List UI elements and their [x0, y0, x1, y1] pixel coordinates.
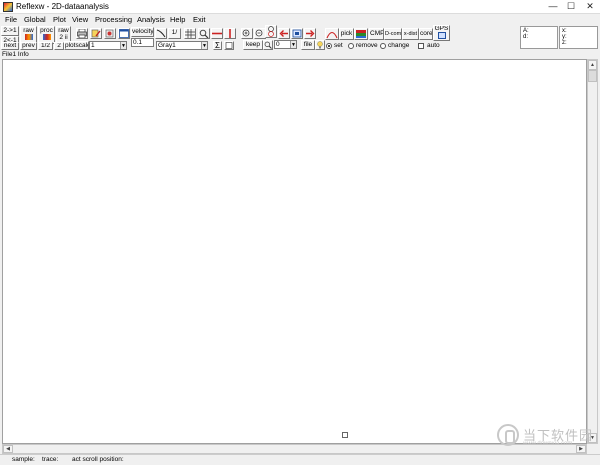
counter-select[interactable]: 0 ▼ [274, 40, 297, 49]
export-icon[interactable] [104, 28, 116, 39]
bulb-icon[interactable] [315, 40, 325, 50]
menu-analysis[interactable]: Analysis [137, 15, 165, 24]
menu-view[interactable]: View [72, 15, 88, 24]
two-button[interactable]: 2 [54, 42, 64, 50]
proc-color-icon [42, 34, 51, 40]
trace-status: trace: [42, 456, 59, 463]
chevron-down-icon[interactable]: ▼ [201, 42, 207, 49]
pick-curve-icon[interactable] [325, 28, 339, 40]
search-icon[interactable] [198, 28, 210, 39]
menu-processing[interactable]: Processing [95, 15, 132, 24]
scroll-thumb[interactable] [588, 70, 597, 82]
scroll-position-status: act scroll position: [72, 456, 124, 463]
dcomp-button[interactable]: D-comp [384, 28, 402, 40]
proc-label: proc [40, 27, 53, 34]
cmp-button[interactable]: CMP [369, 28, 384, 40]
title-bar: Reflexw - 2D-dataanalysis — ☐ ✕ [0, 0, 600, 14]
menu-plot[interactable]: Plot [53, 15, 66, 24]
gps-label: GPS [434, 25, 449, 32]
scroll-up-icon[interactable]: ▲ [588, 60, 597, 70]
status-bar: sample: trace: act scroll position: [0, 454, 600, 465]
fit-icon[interactable] [291, 28, 303, 39]
layers-icon[interactable] [354, 28, 368, 40]
menu-exit[interactable]: Exit [193, 15, 206, 24]
sample-status: sample: [12, 456, 35, 463]
arrow-left-icon[interactable] [278, 28, 290, 39]
marker-icon[interactable] [224, 28, 236, 39]
change-radio[interactable] [380, 43, 386, 49]
vertical-scrollbar[interactable]: ▲ ▼ [587, 59, 598, 444]
set-radio[interactable] [326, 43, 332, 49]
file-button[interactable]: file [301, 40, 315, 50]
chevron-down-icon[interactable]: ▼ [290, 41, 296, 48]
menu-file[interactable]: File [5, 15, 17, 24]
file-info-label: File1 Info [2, 51, 29, 58]
grid-icon[interactable] [184, 28, 196, 39]
gps-button[interactable]: GPS [433, 25, 450, 41]
chevron-down-icon[interactable]: ▼ [120, 42, 126, 49]
counter-value: 0 [276, 41, 280, 48]
curve-icon[interactable] [155, 28, 167, 39]
zoom-in-icon[interactable] [241, 28, 253, 39]
colormap-value: Gray1 [158, 42, 176, 49]
maximize-button[interactable]: ☐ [562, 1, 580, 12]
close-button[interactable]: ✕ [581, 1, 599, 12]
plotscale-select[interactable]: 1 ▼ [89, 41, 127, 50]
scroll-left-icon[interactable]: ◀ [3, 445, 13, 453]
watermark-url: www.downxia.com [523, 441, 573, 447]
xyz-readout: x: y: z: [559, 26, 598, 49]
raw2-sub-label: 2 ii [59, 34, 68, 41]
colormap-select[interactable]: Gray1 ▼ [156, 41, 208, 50]
d-label: d: [523, 34, 529, 40]
menu-bar: File Global Plot View Processing Analysi… [0, 14, 600, 25]
minimize-button[interactable]: — [544, 1, 562, 12]
raw-color-icon [24, 34, 33, 40]
window-title: Reflexw - 2D-dataanalysis [16, 2, 109, 11]
fraction-label: 1/ [171, 29, 178, 36]
window-icon[interactable] [118, 28, 130, 39]
watermark: 当下软件园 www.downxia.com [497, 424, 597, 452]
mode-forward-button[interactable]: 2->1 [1, 26, 19, 36]
toolbar: 2->1 2<-1 raw proc raw 2 ii next prev 1/… [0, 25, 600, 51]
line-icon[interactable] [211, 28, 223, 39]
change-label: change [388, 42, 410, 49]
raw-label: raw [23, 27, 34, 34]
document-icon[interactable] [224, 41, 234, 50]
gps-icon [437, 32, 446, 39]
velocity-input[interactable]: 0.1 [131, 38, 154, 47]
printer-icon[interactable] [76, 28, 88, 39]
plotscale-value: 1 [91, 42, 95, 49]
raw2-label: raw [58, 27, 69, 34]
pick-button[interactable]: pick [339, 28, 354, 40]
xdist-button[interactable]: x-dist [402, 28, 419, 40]
workspace-canvas[interactable] [2, 59, 587, 444]
keep-button[interactable]: keep [243, 40, 263, 50]
z-label: z: [562, 40, 567, 46]
arrow-right-icon[interactable] [304, 28, 316, 39]
sum-button[interactable]: Σ [213, 41, 222, 50]
auto-label: auto [427, 42, 440, 49]
menu-help[interactable]: Help [170, 15, 185, 24]
next-button[interactable]: next [1, 42, 19, 50]
magnifier-icon[interactable] [263, 40, 273, 50]
menu-global[interactable]: Global [24, 15, 46, 24]
app-icon [3, 2, 13, 12]
half-button[interactable]: 1/2 [38, 42, 53, 50]
auto-checkbox[interactable] [418, 43, 424, 49]
prev-button[interactable]: prev [20, 42, 37, 50]
fraction-button[interactable]: 1/ [168, 28, 181, 39]
velocity-button[interactable]: velocity [131, 27, 154, 37]
resize-grip[interactable] [342, 432, 348, 438]
remove-label: remove [356, 42, 378, 49]
edit-icon[interactable] [90, 28, 102, 39]
core-button[interactable]: core [419, 28, 433, 40]
zoom-stack-icon[interactable] [265, 25, 277, 38]
set-label: set [334, 42, 343, 49]
remove-radio[interactable] [348, 43, 354, 49]
amplitude-readout: A: d: [520, 26, 558, 49]
watermark-logo-icon [497, 424, 519, 446]
plotscale-button[interactable]: plotscale [64, 41, 89, 50]
